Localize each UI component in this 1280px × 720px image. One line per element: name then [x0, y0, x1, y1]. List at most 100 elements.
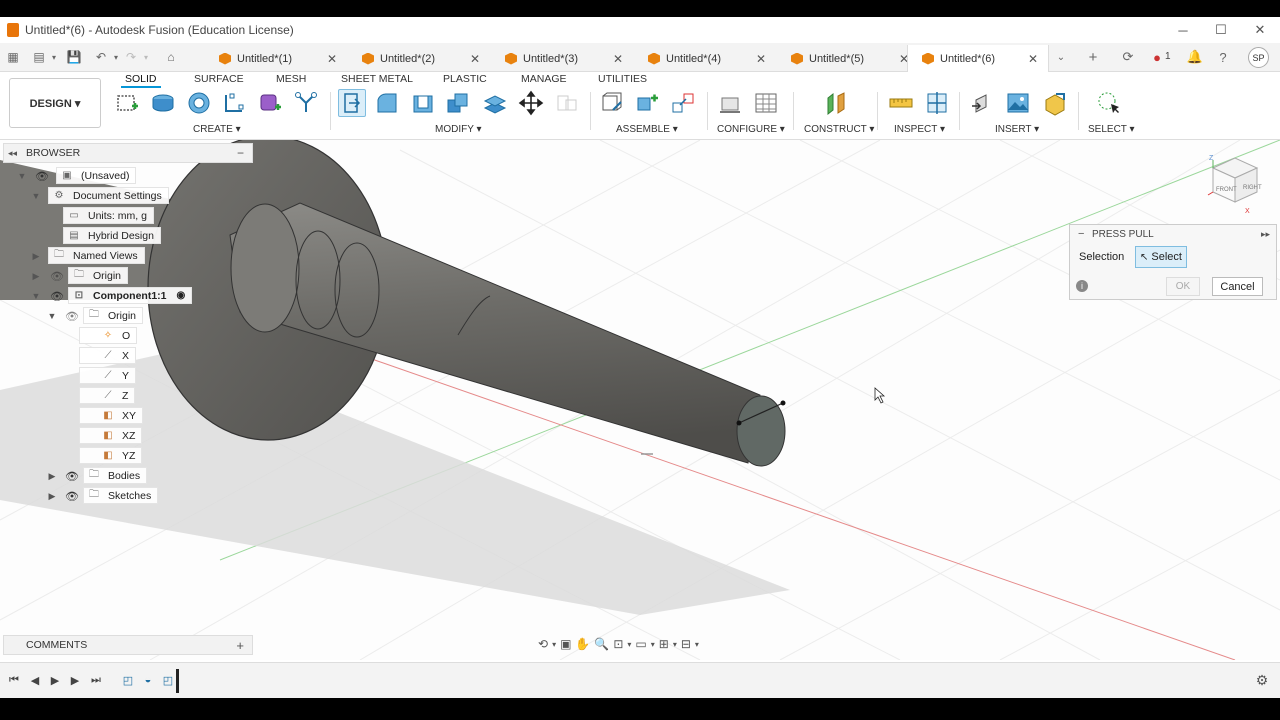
- expand-dialog-icon[interactable]: ▸▸: [1261, 229, 1270, 240]
- select-group-label[interactable]: SELECT ▾: [1088, 124, 1135, 135]
- chevron-right-icon[interactable]: ▶: [47, 490, 57, 502]
- shell-icon[interactable]: [409, 89, 437, 117]
- activate-radio-icon[interactable]: ◉: [177, 290, 186, 301]
- go-to-start-icon[interactable]: ⏮: [7, 673, 21, 687]
- configuration-grid-icon[interactable]: [752, 89, 780, 117]
- chevron-down-icon[interactable]: ▼: [17, 170, 27, 182]
- tree-node-x-axis[interactable]: ⟋ X: [79, 347, 137, 364]
- document-tab[interactable]: Untitled*(4) ✕: [634, 45, 776, 72]
- tree-node-origin[interactable]: 🗀 Origin: [68, 267, 129, 284]
- hidden-eye-icon[interactable]: 👁: [50, 270, 64, 283]
- sketch-point[interactable]: [780, 400, 786, 406]
- tree-node-root[interactable]: ▣ (Unsaved): [56, 167, 137, 184]
- extrude-icon[interactable]: [149, 89, 177, 117]
- create-form-icon[interactable]: [256, 89, 284, 117]
- sketch-point[interactable]: [736, 420, 742, 426]
- derive-icon[interactable]: [292, 89, 320, 117]
- tab-manage[interactable]: MANAGE: [521, 73, 567, 85]
- 3d-viewport[interactable]: FRONT RIGHT Z X: [0, 140, 1280, 660]
- visibility-eye-icon[interactable]: 👁: [50, 290, 64, 303]
- modify-group-label[interactable]: MODIFY ▾: [435, 124, 482, 135]
- insert-derive-icon[interactable]: [969, 89, 997, 117]
- combine-icon[interactable]: [444, 89, 472, 117]
- visibility-eye-icon[interactable]: 👁: [35, 170, 49, 183]
- tab-sheet-metal[interactable]: SHEET METAL: [341, 73, 413, 85]
- tab-overflow-chevron-icon[interactable]: ⌄: [1053, 49, 1069, 65]
- data-panel-grid-icon[interactable]: ▦: [5, 49, 21, 65]
- close-window-button[interactable]: ✕: [1240, 17, 1280, 43]
- chevron-down-icon[interactable]: ▼: [47, 310, 57, 322]
- collapse-dialog-icon[interactable]: −: [1078, 228, 1084, 240]
- minimize-panel-icon[interactable]: −: [237, 146, 244, 160]
- tree-node-origin-point[interactable]: ✧ O: [79, 327, 138, 344]
- tree-node-document-settings[interactable]: ⚙ Document Settings: [48, 187, 169, 204]
- visibility-eye-icon[interactable]: 👁: [65, 490, 79, 503]
- timeline-sketch-feature-icon[interactable]: ◰: [161, 673, 175, 687]
- timeline-settings-gear-icon[interactable]: ⚙: [1255, 672, 1269, 688]
- tree-node-design-type[interactable]: ▤ Hybrid Design: [63, 227, 161, 244]
- chevron-right-icon[interactable]: ▶: [31, 250, 41, 262]
- create-group-label[interactable]: CREATE ▾: [193, 124, 241, 135]
- tree-node-component[interactable]: ⊡ Component1:1 ◉: [68, 287, 193, 304]
- tree-node-y-axis[interactable]: ⟋ Y: [79, 367, 137, 384]
- insert-group-label[interactable]: INSERT ▾: [995, 124, 1039, 135]
- tree-node-yz-plane[interactable]: ◧ YZ: [79, 447, 143, 464]
- tab-plastic[interactable]: PLASTIC: [443, 73, 487, 85]
- document-tab[interactable]: Untitled*(5) ✕: [777, 45, 919, 72]
- ok-button[interactable]: OK: [1166, 277, 1200, 296]
- chevron-right-icon[interactable]: ▶: [31, 270, 41, 282]
- extensions-icon[interactable]: ⟳: [1120, 49, 1136, 65]
- move-copy-icon[interactable]: [517, 89, 545, 117]
- chevron-down-icon[interactable]: ▼: [31, 290, 41, 302]
- select-icon[interactable]: [1094, 89, 1122, 117]
- workspace-switcher-button[interactable]: DESIGN ▾: [9, 78, 101, 128]
- close-tab-icon[interactable]: ✕: [470, 52, 480, 66]
- offset-plane-icon[interactable]: [822, 89, 850, 117]
- orbit-icon[interactable]: ⟲: [538, 637, 548, 651]
- tree-node-xz-plane[interactable]: ◧ XZ: [79, 427, 143, 444]
- fit-dropdown-icon[interactable]: ▾: [627, 640, 631, 649]
- timeline-marker[interactable]: [176, 669, 179, 693]
- joint-icon[interactable]: [633, 89, 661, 117]
- assemble-group-label[interactable]: ASSEMBLE ▾: [616, 124, 678, 135]
- selection-select-button[interactable]: ↖ Select: [1135, 246, 1187, 268]
- grid-icon[interactable]: ⊞: [659, 637, 669, 651]
- document-tab[interactable]: Untitled*(2) ✕: [348, 45, 490, 72]
- configure-table-icon[interactable]: [716, 89, 744, 117]
- timeline-sketch-feature-icon[interactable]: ◰: [121, 673, 135, 687]
- tab-utilities[interactable]: UTILITIES: [598, 73, 647, 85]
- maximize-button[interactable]: ☐: [1201, 17, 1241, 43]
- configure-group-label[interactable]: CONFIGURE ▾: [717, 124, 785, 135]
- document-tab-active[interactable]: Untitled*(6) ✕: [907, 45, 1049, 72]
- tree-node-units[interactable]: ▭ Units: mm, g: [63, 207, 154, 224]
- look-at-icon[interactable]: ▣: [560, 637, 571, 651]
- chevron-down-icon[interactable]: ▼: [31, 190, 41, 202]
- undo-dropdown-icon[interactable]: ▾: [108, 49, 124, 65]
- visibility-eye-icon[interactable]: 👁: [65, 470, 79, 483]
- inspect-group-label[interactable]: INSPECT ▾: [894, 124, 945, 135]
- step-forward-icon[interactable]: ▶: [68, 673, 82, 687]
- pan-hand-icon[interactable]: ✋: [575, 637, 590, 651]
- tab-mesh[interactable]: MESH: [276, 73, 306, 85]
- document-tab[interactable]: Untitled*(3) ✕: [491, 45, 633, 72]
- play-icon[interactable]: ▶: [48, 673, 62, 687]
- step-back-icon[interactable]: ◀: [28, 673, 42, 687]
- tree-node-sketches[interactable]: 🗀 Sketches: [83, 487, 159, 504]
- home-icon[interactable]: ⌂: [163, 49, 179, 65]
- close-tab-icon[interactable]: ✕: [1028, 52, 1038, 66]
- tab-surface[interactable]: SURFACE: [194, 73, 244, 85]
- close-tab-icon[interactable]: ✕: [756, 52, 766, 66]
- orbit-dropdown-icon[interactable]: ▾: [552, 640, 556, 649]
- tab-solid[interactable]: SOLID: [121, 73, 160, 88]
- job-status-icon[interactable]: ●: [1149, 49, 1165, 65]
- tree-node-xy-plane[interactable]: ◧ XY: [79, 407, 144, 424]
- viewcube[interactable]: FRONT RIGHT Z X: [1207, 155, 1262, 215]
- as-built-joint-icon[interactable]: [669, 89, 697, 117]
- notifications-bell-icon[interactable]: 🔔: [1187, 49, 1203, 65]
- viewports-icon[interactable]: ⊟: [681, 637, 691, 651]
- browser-panel-header[interactable]: ◂◂ BROWSER −: [3, 143, 253, 163]
- tree-node-bodies[interactable]: 🗀 Bodies: [83, 467, 148, 484]
- section-analysis-icon[interactable]: [923, 89, 951, 117]
- close-tab-icon[interactable]: ✕: [613, 52, 623, 66]
- model-canvas[interactable]: FRONT RIGHT Z X: [0, 140, 1280, 660]
